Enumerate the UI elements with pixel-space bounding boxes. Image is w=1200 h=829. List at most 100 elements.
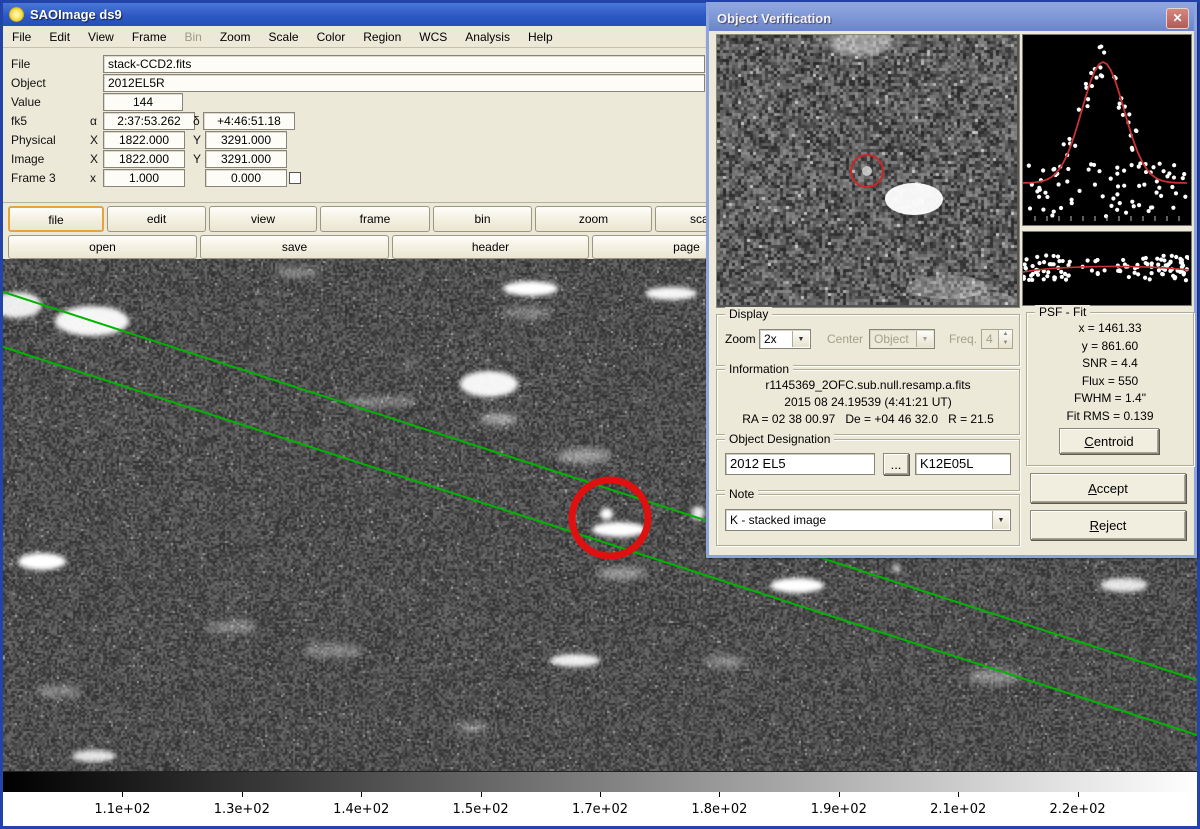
image-label: Image — [11, 150, 44, 168]
info-r: R = 21.5 — [948, 412, 994, 426]
image-x-key: X — [90, 150, 98, 168]
packed-designation-input[interactable]: K12E05L — [915, 453, 1011, 475]
menu-frame[interactable]: Frame — [123, 28, 176, 46]
alpha-key: α — [90, 112, 97, 130]
colorbar[interactable] — [3, 771, 1197, 793]
zoom-value: 2x — [764, 332, 777, 346]
physical-x-field[interactable]: 1822.000 — [103, 131, 185, 149]
menu-file[interactable]: File — [3, 28, 40, 46]
chevron-down-icon[interactable]: ▼ — [792, 331, 809, 347]
colorbar-tick-label: 1.3e+02 — [197, 802, 287, 817]
value-field: 144 — [103, 93, 183, 111]
zoom-button[interactable]: zoom — [535, 206, 652, 232]
designation-group: Object Designation 2012 EL5 ... K12E05L — [716, 439, 1020, 491]
reject-button[interactable]: Reject — [1030, 510, 1186, 540]
frame-label: Frame 3 — [11, 169, 56, 187]
center-value: Object — [874, 332, 909, 346]
dialog-titlebar[interactable]: Object Verification ✕ — [709, 5, 1194, 31]
colorbar-tick — [600, 792, 601, 797]
menu-help[interactable]: Help — [519, 28, 562, 46]
browse-button[interactable]: ... — [883, 453, 909, 475]
display-legend: Display — [725, 307, 772, 321]
dec-field[interactable]: +4:46:51.18 — [203, 112, 295, 130]
designation-input[interactable]: 2012 EL5 — [725, 453, 875, 475]
colorbar-tick-label: 1.9e+02 — [794, 802, 884, 817]
psf-value-line: y = 861.60 — [1027, 339, 1193, 353]
info-filename: r1145369_2OFC.sub.null.resamp.a.fits — [717, 378, 1019, 392]
frame-x-key: x — [90, 169, 96, 187]
freq-value: 4 — [986, 332, 993, 346]
information-group: Information r1145369_2OFC.sub.null.resam… — [716, 369, 1020, 435]
menu-edit[interactable]: Edit — [40, 28, 79, 46]
dialog-title: Object Verification — [717, 11, 831, 26]
psf-residual-plot — [1022, 231, 1192, 306]
app-sun-icon — [9, 7, 24, 22]
file-label: File — [11, 55, 30, 73]
zoom-select[interactable]: 2x ▼ — [759, 329, 811, 349]
menu-zoom[interactable]: Zoom — [211, 28, 260, 46]
object-field[interactable]: 2012EL5R — [103, 74, 705, 92]
image-y-field[interactable]: 3291.000 — [205, 150, 287, 168]
menu-wcs[interactable]: WCS — [410, 28, 456, 46]
frame-checkbox[interactable] — [289, 172, 301, 184]
thumb-bright-blob — [885, 183, 943, 215]
header-button[interactable]: header — [392, 235, 589, 259]
frame-zoom-field[interactable]: 1.000 — [103, 169, 185, 187]
physical-y-key: Y — [193, 131, 201, 149]
menu-view[interactable]: View — [79, 28, 123, 46]
ra-field[interactable]: 2:37:53.262 — [103, 112, 195, 130]
thumbnail-overlay — [717, 35, 1017, 305]
view-button[interactable]: view — [209, 206, 317, 232]
colorbar-tick — [122, 792, 123, 797]
info-de: De = +04 46 32.0 — [845, 412, 938, 426]
close-icon[interactable]: ✕ — [1166, 8, 1189, 29]
save-button[interactable]: save — [200, 235, 389, 259]
frame-rotate-field[interactable]: 0.000 — [205, 169, 287, 187]
bin-button[interactable]: bin — [433, 206, 532, 232]
image-y-key: Y — [193, 150, 201, 168]
frame-button[interactable]: frame — [320, 206, 430, 232]
note-select[interactable]: K - stacked image ▼ — [725, 509, 1011, 531]
colorbar-tick-label: 2.2e+02 — [1033, 802, 1123, 817]
colorbar-tick-label: 1.8e+02 — [674, 802, 764, 817]
psf-fit-plot — [1022, 34, 1192, 226]
thumb-smudge — [828, 35, 892, 56]
screen: SAOImage ds9 FileEditViewFrameBinZoomSca… — [0, 0, 1200, 829]
centroid-button[interactable]: Centroid — [1059, 428, 1159, 454]
chevron-down-icon[interactable]: ▼ — [992, 511, 1009, 529]
menu-scale[interactable]: Scale — [260, 28, 308, 46]
file-field[interactable]: stack-CCD2.fits — [103, 55, 705, 73]
menu-bin[interactable]: Bin — [176, 28, 211, 46]
center-select: Object ▼ — [869, 329, 935, 349]
menu-analysis[interactable]: Analysis — [456, 28, 519, 46]
object-thumbnail[interactable] — [716, 34, 1020, 308]
colorbar-tick-label: 1.1e+02 — [77, 802, 167, 817]
image-x-field[interactable]: 1822.000 — [103, 150, 185, 168]
object-verification-dialog: Object Verification ✕ Display Zoom — [706, 2, 1197, 558]
menu-color[interactable]: Color — [308, 28, 355, 46]
file-button[interactable]: file — [8, 206, 104, 232]
colorbar-tick-label: 2.1e+02 — [913, 802, 1003, 817]
delta-key: δ — [193, 112, 200, 130]
colorbar-tick-label: 1.4e+02 — [316, 802, 406, 817]
object-label: Object — [11, 74, 46, 92]
chevron-down-icon: ▼ — [916, 331, 933, 347]
info-datetime: 2015 08 24.19539 (4:41:21 UT) — [717, 395, 1019, 409]
open-button[interactable]: open — [8, 235, 197, 259]
value-label: Value — [11, 93, 41, 111]
center-label: Center — [827, 332, 863, 346]
edit-button[interactable]: edit — [107, 206, 206, 232]
zoom-label: Zoom — [725, 332, 756, 346]
accept-button[interactable]: Accept — [1030, 473, 1186, 503]
note-value: K - stacked image — [730, 513, 826, 527]
psf-value-line: FWHM = 1.4" — [1027, 391, 1193, 405]
psf-fit-legend: PSF - Fit — [1035, 305, 1090, 319]
info-ra: RA = 02 38 00.97 — [742, 412, 835, 426]
menu-region[interactable]: Region — [354, 28, 410, 46]
spinner-arrows-icon: ▲▼ — [998, 330, 1012, 348]
physical-y-field[interactable]: 3291.000 — [205, 131, 287, 149]
colorbar-tick — [839, 792, 840, 797]
fk5-label: fk5 — [11, 112, 27, 130]
colorbar-tick — [1078, 792, 1079, 797]
info-coords: RA = 02 38 00.97 De = +04 46 32.0 R = 21… — [717, 412, 1019, 426]
